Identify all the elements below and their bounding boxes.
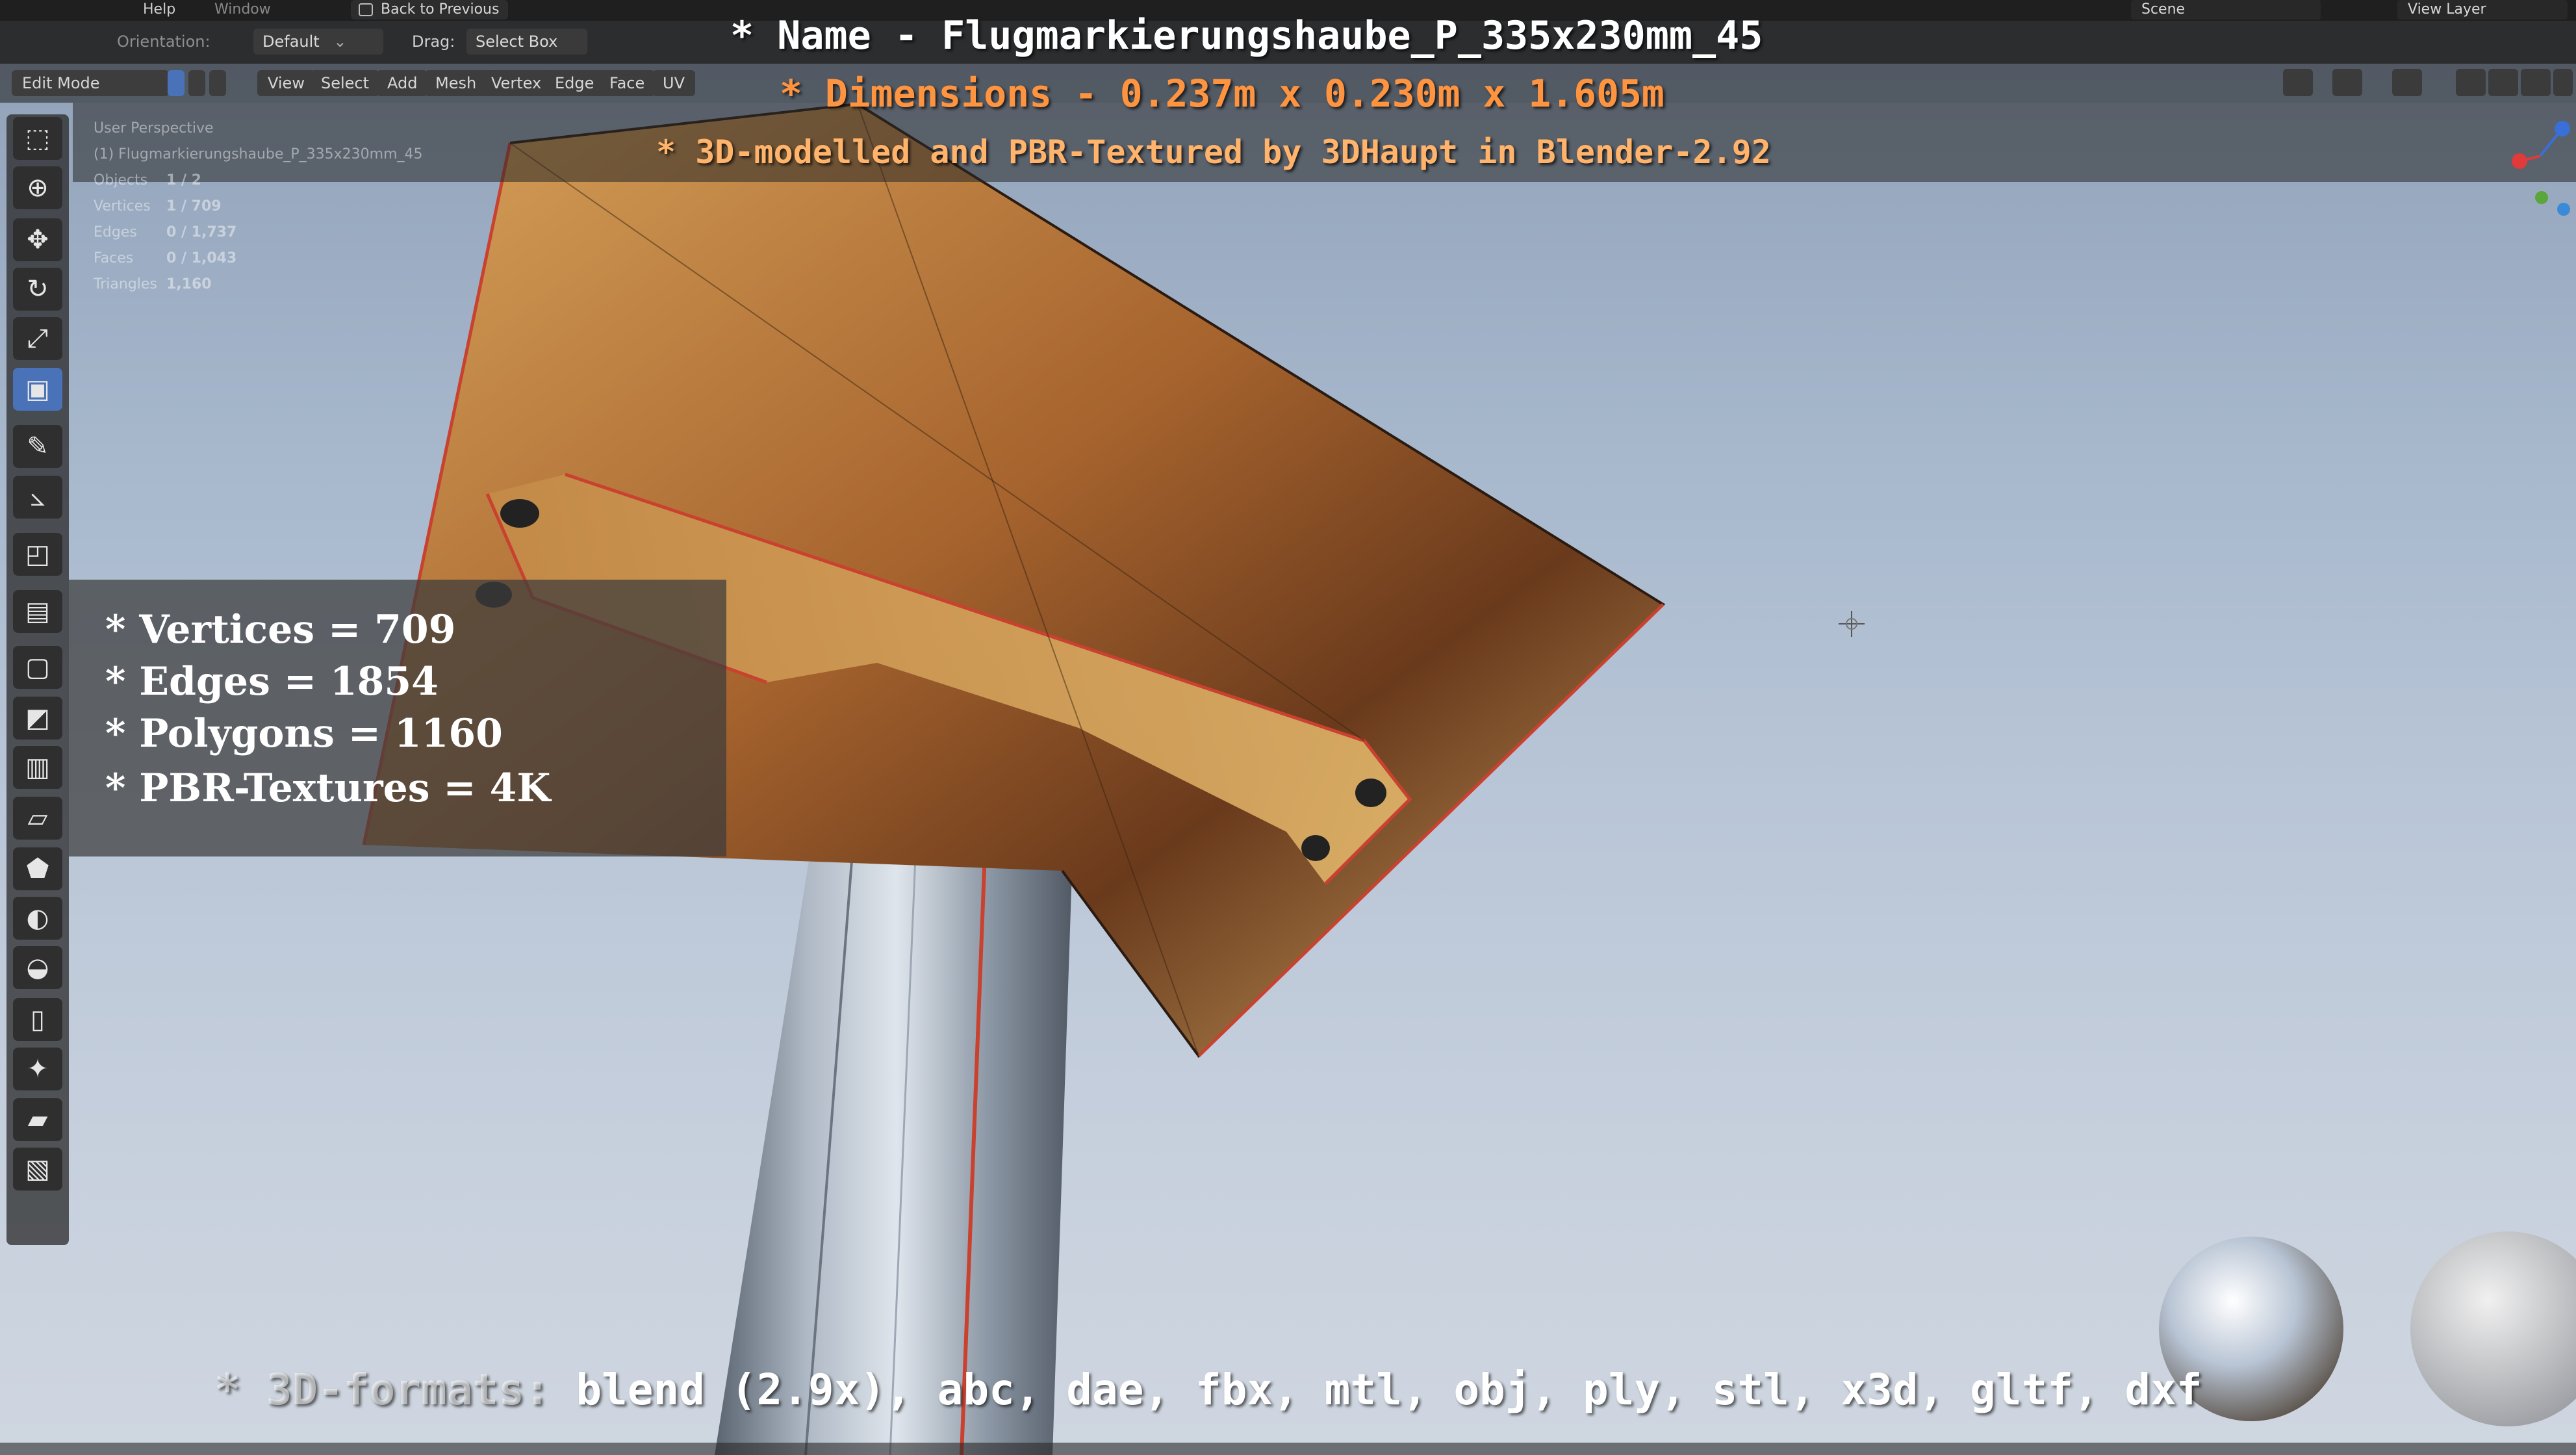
knife-tool-icon[interactable]: ▱ <box>13 797 62 840</box>
tool-shelf: ⬚ ⊕ ✥ ↻ ⤢ ▣ ✎ ⦣ ◰ ▤ ▢ ◩ ▥ ▱ ⬟ ◐ ◒ ▯ ✦ ▰ … <box>6 114 69 1245</box>
smooth-tool-icon[interactable]: ◒ <box>13 946 62 989</box>
drag-value: Select Box <box>476 32 558 51</box>
edge-slide-tool-icon[interactable]: ▯ <box>13 998 62 1041</box>
edge-select-mode-button[interactable] <box>188 70 205 96</box>
back-to-previous-label: Back to Previous <box>381 1 500 18</box>
cursor-tool-icon[interactable]: ⊕ <box>13 166 62 209</box>
orientation-label: Orientation: <box>117 32 210 51</box>
info-row: Faces 0 / 1,043 <box>94 246 423 272</box>
scene-selector[interactable]: Scene <box>2131 0 2321 19</box>
menu-edge[interactable]: Edge <box>544 70 605 96</box>
status-bar <box>0 1443 2576 1455</box>
info-value: 0 / 1,737 <box>166 224 237 240</box>
info-value: 1 / 709 <box>166 198 222 214</box>
annotate-tool-icon[interactable]: ✎ <box>13 425 62 468</box>
scene-label: Scene <box>2141 1 2186 18</box>
measure-tool-icon[interactable]: ⦣ <box>13 476 62 519</box>
rip-region-tool-icon[interactable]: ▧ <box>13 1148 62 1191</box>
info-row: Objects 1 / 2 <box>94 168 423 194</box>
info-value: 1,160 <box>166 276 212 292</box>
formats-prefix: * 3D-formats: <box>214 1365 550 1415</box>
select-box-tool-icon[interactable]: ⬚ <box>13 117 62 160</box>
face-select-mode-button[interactable] <box>209 70 226 96</box>
add-cube-tool-icon[interactable]: ◰ <box>13 533 62 576</box>
3d-cursor-icon <box>1839 611 1865 637</box>
fullscreen-icon <box>359 3 373 16</box>
rotate-tool-icon[interactable]: ↻ <box>13 268 62 311</box>
modelled-by-caption: * 3D-modelled and PBR-Textured by 3DHaup… <box>656 133 1771 171</box>
menu-face[interactable]: Face <box>599 70 656 96</box>
back-to-previous-button[interactable]: Back to Previous <box>351 0 509 19</box>
info-label: Vertices <box>94 198 151 214</box>
info-label: Edges <box>94 224 137 240</box>
info-label: Triangles <box>94 276 157 292</box>
view-type: User Perspective <box>94 120 214 136</box>
orientation-dropdown[interactable]: Default <box>253 29 383 55</box>
gizmo-toggle-icon[interactable] <box>2332 69 2362 96</box>
info-value: 0 / 1,043 <box>166 250 237 266</box>
menu-vertex[interactable]: Vertex <box>481 70 552 96</box>
info-row: Vertices 1 / 709 <box>94 194 423 220</box>
textures-stat: * PBR-Textures = 4K <box>105 766 551 811</box>
scale-tool-icon[interactable]: ⤢ <box>13 317 62 360</box>
edges-stat: * Edges = 1854 <box>105 659 439 704</box>
mode-label: Edit Mode <box>22 74 100 92</box>
visibility-icon[interactable] <box>2283 69 2313 96</box>
solid-shading-icon[interactable] <box>2521 69 2551 96</box>
info-label: Objects <box>94 172 148 188</box>
menu-window[interactable]: Window <box>214 1 271 18</box>
polygons-stat: * Polygons = 1160 <box>105 711 503 756</box>
loop-cut-tool-icon[interactable]: ▥ <box>13 746 62 789</box>
viewport-info: User Perspective (1) Flugmarkierungshaub… <box>94 116 423 298</box>
drag-label: Drag: <box>412 32 455 51</box>
navigation-gizmo-icon[interactable] <box>2508 117 2573 221</box>
spin-tool-icon[interactable]: ◐ <box>13 897 62 940</box>
menu-select[interactable]: Select <box>311 70 380 96</box>
mode-selector[interactable]: Edit Mode <box>12 70 169 96</box>
info-value: 1 / 2 <box>166 172 201 188</box>
info-row: Edges 0 / 1,737 <box>94 220 423 246</box>
extrude-tool-icon[interactable]: ▤ <box>13 590 62 633</box>
move-tool-icon[interactable]: ✥ <box>13 218 62 261</box>
vertex-select-mode-button[interactable] <box>168 70 185 96</box>
rendered-shading-icon[interactable] <box>2553 69 2573 96</box>
menu-mesh[interactable]: Mesh <box>425 70 487 96</box>
transform-tool-icon[interactable]: ▣ <box>13 368 62 411</box>
wireframe-shading-icon[interactable] <box>2488 69 2518 96</box>
inset-tool-icon[interactable]: ▢ <box>13 646 62 689</box>
shear-tool-icon[interactable]: ▰ <box>13 1098 62 1141</box>
view-layer-selector[interactable]: View Layer <box>2397 0 2568 19</box>
menu-view[interactable]: View <box>257 70 315 96</box>
menu-help[interactable]: Help <box>143 1 175 18</box>
overlays-icon[interactable] <box>2392 69 2422 96</box>
model-name-caption: * Name - Flugmarkierungshaube_P_335x230m… <box>730 13 1763 58</box>
menu-uv[interactable]: UV <box>652 70 695 96</box>
info-row: Triangles 1,160 <box>94 272 423 298</box>
orientation-value: Default <box>262 32 320 51</box>
shrink-fatten-tool-icon[interactable]: ✦ <box>13 1048 62 1090</box>
bevel-tool-icon[interactable]: ◩ <box>13 697 62 740</box>
poly-build-tool-icon[interactable]: ⬟ <box>13 847 62 890</box>
info-label: Faces <box>94 250 134 266</box>
view-layer-label: View Layer <box>2408 1 2486 18</box>
formats-caption: * 3D-formats: blend (2.9x), abc, dae, fb… <box>214 1365 2202 1415</box>
menu-add[interactable]: Add <box>377 70 428 96</box>
xray-icon[interactable] <box>2456 69 2486 96</box>
vertices-stat: * Vertices = 709 <box>105 607 456 652</box>
formats-list: blend (2.9x), abc, dae, fbx, mtl, obj, p… <box>576 1365 2202 1415</box>
drag-dropdown[interactable]: Select Box <box>466 29 587 55</box>
mesh-stats-panel: * Vertices = 709 * Edges = 1854 * Polygo… <box>69 580 726 856</box>
dimensions-caption: * Dimensions - 0.237m x 0.230m x 1.605m <box>780 71 1664 116</box>
active-object: (1) Flugmarkierungshaube_P_335x230mm_45 <box>94 146 423 162</box>
